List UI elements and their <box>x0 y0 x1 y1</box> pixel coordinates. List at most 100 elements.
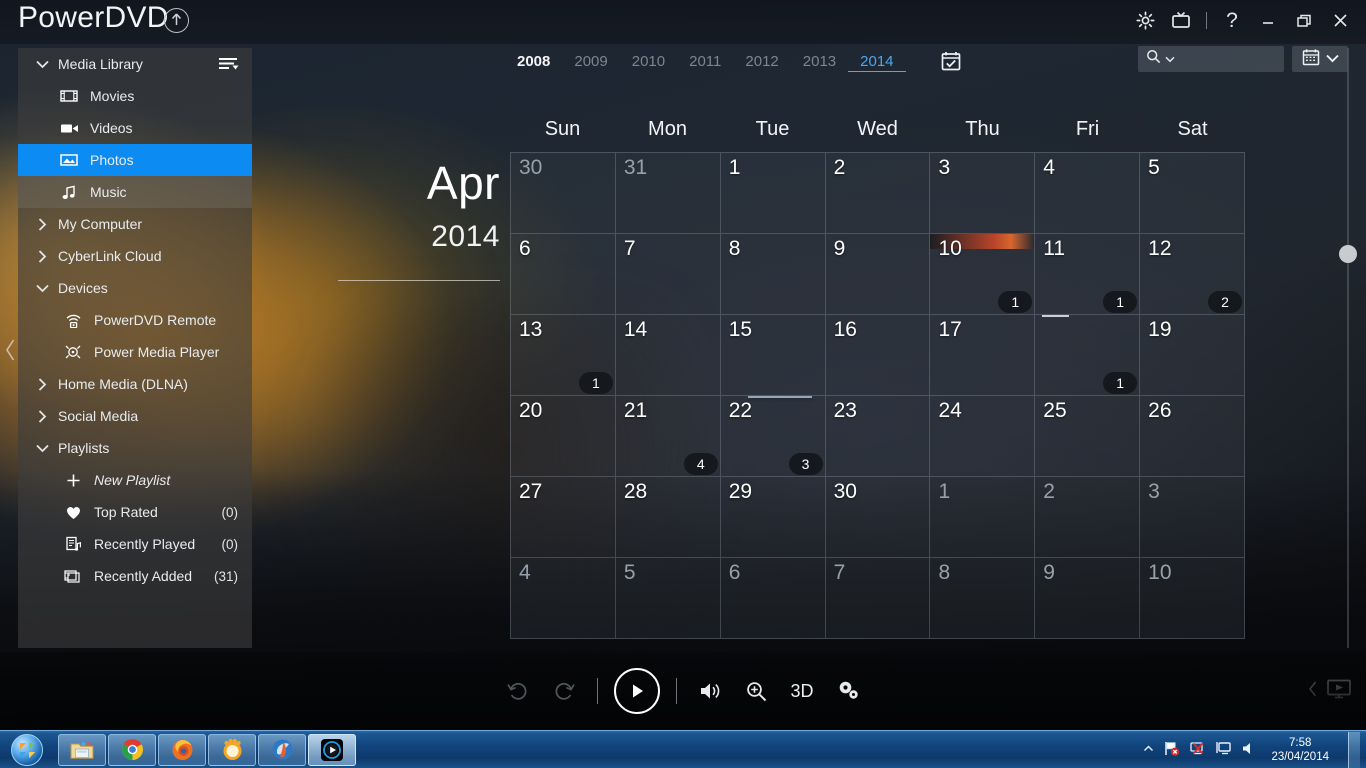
sidebar-item-playlists[interactable]: Playlists <box>18 432 252 464</box>
calendar-day-cell[interactable]: 10 <box>1140 558 1246 639</box>
sidebar-item-top-rated[interactable]: Top Rated (0) <box>18 496 252 528</box>
zoom-button[interactable] <box>733 668 779 714</box>
windows-start-orb-icon[interactable] <box>0 732 54 768</box>
calendar-day-cell[interactable]: 14 <box>615 315 721 396</box>
sidebar-item-recently-played[interactable]: Recently Played (0) <box>18 528 252 560</box>
sidebar-item-devices[interactable]: Devices <box>18 272 252 304</box>
year-2010[interactable]: 2010 <box>620 51 677 72</box>
calendar-day-cell[interactable]: 24 <box>930 396 1036 477</box>
calendar-day-cell[interactable]: 6 <box>720 558 826 639</box>
sidebar-item-movies[interactable]: Movies <box>18 80 252 112</box>
sidebar-item-powerdvd-remote[interactable]: PowerDVD Remote <box>18 304 252 336</box>
calendar-check-icon[interactable] <box>940 50 962 72</box>
sidebar-item-photos[interactable]: Photos <box>18 144 252 176</box>
minimize-button[interactable] <box>1252 5 1284 35</box>
network-error-icon[interactable] <box>1189 740 1206 760</box>
year-2014[interactable]: 2014 <box>848 51 906 72</box>
calendar-day-cell[interactable]: 11 1 <box>1035 234 1141 315</box>
year-2013[interactable]: 2013 <box>791 51 848 72</box>
calendar-day-cell[interactable]: 9 <box>1035 558 1141 639</box>
calendar-day-cell[interactable]: 27 <box>510 477 616 558</box>
calendar-day-cell[interactable]: 2 <box>825 153 931 234</box>
calendar-day-cell[interactable]: 23 <box>825 396 931 477</box>
sidebar-item-media-library[interactable]: Media Library <box>18 48 252 80</box>
year-2008[interactable]: 2008 <box>505 51 562 72</box>
rotate-left-button[interactable] <box>495 668 541 714</box>
taskbar-clock[interactable]: 7:58 23/04/2014 <box>1265 736 1335 764</box>
calendar-day-cell[interactable]: 1 <box>930 477 1036 558</box>
calendar-day-cell[interactable]: 21 4 <box>615 396 721 477</box>
flag-error-icon[interactable] <box>1163 740 1180 760</box>
sidebar-item-new-playlist[interactable]: New Playlist <box>18 464 252 496</box>
calendar-day-cell[interactable]: 25 <box>1035 396 1141 477</box>
tv-mode-button[interactable] <box>1165 5 1197 35</box>
calendar-day-cell[interactable]: 10 1 <box>930 234 1036 315</box>
calendar-day-cell[interactable]: 9 <box>825 234 931 315</box>
chevron-down-icon[interactable] <box>1325 50 1339 68</box>
settings-button[interactable] <box>1129 5 1161 35</box>
calendar-day-cell[interactable]: 29 <box>720 477 826 558</box>
search-box[interactable] <box>1138 46 1334 72</box>
calendar-day-cell[interactable]: 1 <box>720 153 826 234</box>
calendar-day-cell[interactable]: 30 <box>825 477 931 558</box>
task-gom-player[interactable] <box>208 733 256 766</box>
chevron-down-icon[interactable] <box>1165 50 1175 68</box>
sidebar-collapse-handle[interactable] <box>2 330 18 370</box>
calendar-day-cell[interactable]: 3 <box>930 153 1036 234</box>
calendar-day-cell[interactable]: 8 <box>930 558 1036 639</box>
calendar-day-cell[interactable]: 22 3 <box>720 396 826 477</box>
calendar-day-cell[interactable]: 31 <box>615 153 721 234</box>
calendar-day-cell[interactable]: 5 <box>615 558 721 639</box>
calendar-day-cell[interactable]: 4 <box>1035 153 1141 234</box>
calendar-day-cell[interactable]: 7 <box>825 558 931 639</box>
year-2012[interactable]: 2012 <box>733 51 790 72</box>
calendar-day-cell[interactable]: 30 <box>510 153 616 234</box>
task-internet-app[interactable] <box>258 733 306 766</box>
three-d-button[interactable]: 3D <box>779 668 825 714</box>
sidebar-item-cyberlink-cloud[interactable]: CyberLink Cloud <box>18 240 252 272</box>
calendar-day-cell[interactable]: 26 <box>1140 396 1246 477</box>
vertical-scrollbar-thumb[interactable] <box>1339 245 1357 263</box>
calendar-day-cell[interactable]: 13 1 <box>510 315 616 396</box>
vertical-scrollbar-track[interactable] <box>1347 48 1349 648</box>
calendar-day-cell[interactable]: 5 <box>1140 153 1246 234</box>
calendar-day-cell[interactable]: 6 <box>510 234 616 315</box>
calendar-day-cell[interactable]: 1 <box>1035 315 1141 396</box>
calendar-day-cell[interactable]: 28 <box>615 477 721 558</box>
sidebar-item-recently-added[interactable]: Recently Added (31) <box>18 560 252 592</box>
calendar-day-cell[interactable]: 19 <box>1140 315 1246 396</box>
calendar-day-cell[interactable]: 3 <box>1140 477 1246 558</box>
calendar-day-cell[interactable]: 2 <box>1035 477 1141 558</box>
year-2011[interactable]: 2011 <box>677 51 733 72</box>
show-desktop-button[interactable] <box>1348 731 1360 768</box>
sidebar-item-music[interactable]: Music <box>18 176 252 208</box>
upload-arrow-icon[interactable] <box>164 8 189 33</box>
calendar-day-cell[interactable]: 17 <box>930 315 1036 396</box>
calendar-day-cell[interactable]: 4 <box>510 558 616 639</box>
sidebar-item-home-media-dlna[interactable]: Home Media (DLNA) <box>18 368 252 400</box>
task-powerdvd[interactable] <box>308 733 356 766</box>
sidebar-item-power-media-player[interactable]: Power Media Player <box>18 336 252 368</box>
rotate-right-button[interactable] <box>541 668 587 714</box>
sidebar-item-my-computer[interactable]: My Computer <box>18 208 252 240</box>
chevron-up-icon[interactable] <box>1143 744 1154 756</box>
year-2009[interactable]: 2009 <box>562 51 619 72</box>
calendar-day-cell[interactable]: 12 2 <box>1140 234 1246 315</box>
volume-button[interactable] <box>687 668 733 714</box>
close-button[interactable] <box>1324 5 1356 35</box>
calendar-day-cell[interactable]: 20 <box>510 396 616 477</box>
calendar-day-cell[interactable]: 8 <box>720 234 826 315</box>
sidebar-item-social-media[interactable]: Social Media <box>18 400 252 432</box>
playback-settings-button[interactable] <box>825 668 871 714</box>
play-button[interactable] <box>614 668 660 714</box>
sidebar-item-videos[interactable]: Videos <box>18 112 252 144</box>
help-button[interactable]: ? <box>1216 5 1248 35</box>
restore-button[interactable] <box>1288 5 1320 35</box>
task-windows-explorer[interactable] <box>58 733 106 766</box>
tray-volume-icon[interactable] <box>1241 741 1256 759</box>
calendar-day-cell[interactable]: 16 <box>825 315 931 396</box>
calendar-day-cell[interactable]: 7 <box>615 234 721 315</box>
display-icon[interactable] <box>1215 740 1232 759</box>
task-google-chrome[interactable] <box>108 733 156 766</box>
calendar-day-cell[interactable]: 15 <box>720 315 826 396</box>
